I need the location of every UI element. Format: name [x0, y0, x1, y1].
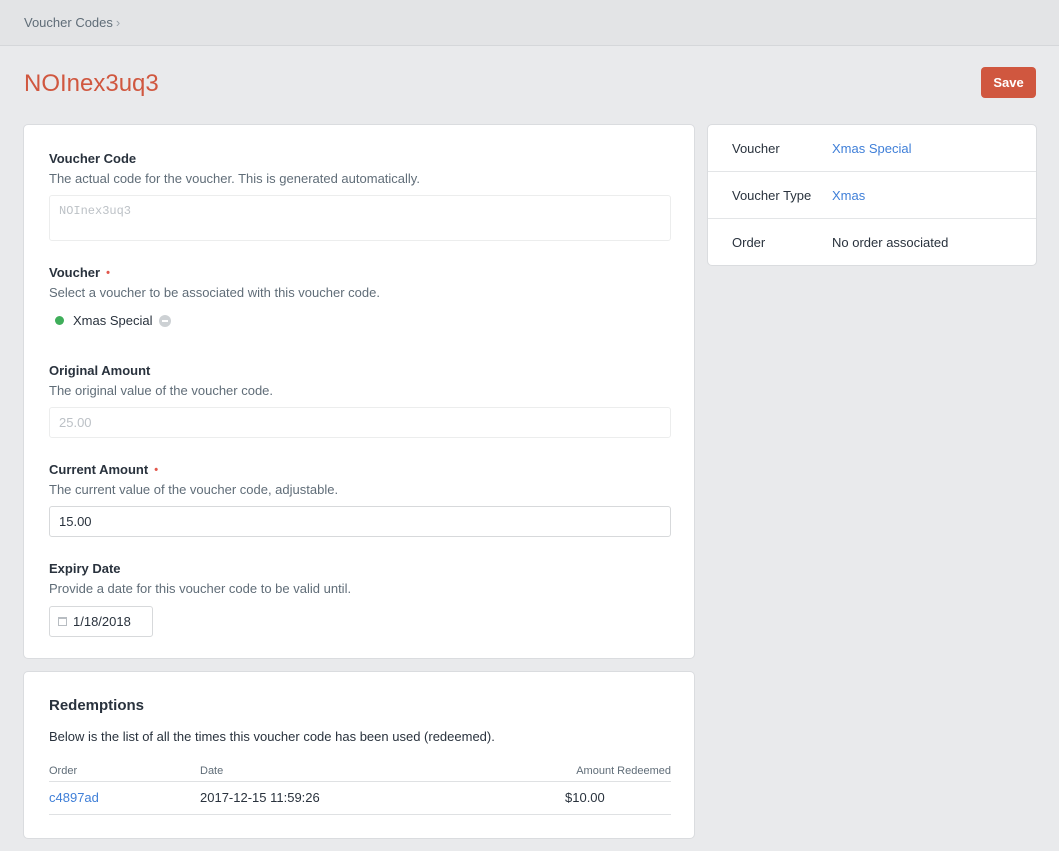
original-amount-instructions: The original value of the voucher code.	[49, 383, 274, 398]
expiry-date-instructions: Provide a date for this voucher code to …	[49, 581, 352, 596]
voucher-code-instructions: The actual code for the voucher. This is…	[49, 171, 420, 186]
meta-key: Order	[732, 235, 766, 250]
voucher-instructions: Select a voucher to be associated with t…	[49, 285, 380, 300]
meta-key: Voucher Type	[732, 187, 812, 203]
meta-row-voucher: Voucher Xmas Special	[708, 125, 1036, 172]
meta-order-value: No order associated	[832, 235, 949, 250]
original-amount-input: 25.00	[49, 407, 671, 438]
expiry-date-input[interactable]: 1/18/2018	[49, 606, 153, 637]
voucher-code-label: Voucher Code	[49, 151, 137, 166]
column-header-amount: Amount Redeemed	[565, 761, 671, 782]
redemption-amount: $10.00	[565, 781, 671, 815]
table-row: c4897ad 2017-12-15 11:59:26 $10.00	[49, 781, 671, 815]
current-amount-field: Current Amount • The current value of the…	[49, 462, 671, 537]
voucher-label: Voucher •	[49, 265, 110, 280]
current-amount-instructions: The current value of the voucher code, a…	[49, 482, 339, 497]
meta-key: Voucher	[732, 140, 780, 156]
redemptions-table: Order Date Amount Redeemed c4897ad 2017-…	[49, 761, 671, 815]
voucher-code-field: Voucher Code The actual code for the vou…	[49, 151, 671, 241]
voucher-code-input: NOInex3uq3	[49, 195, 671, 241]
meta-row-voucher-type: Voucher Type Xmas	[708, 172, 1036, 219]
save-button[interactable]: Save	[981, 67, 1036, 98]
breadcrumb-voucher-codes[interactable]: Voucher Codes	[24, 15, 113, 30]
edit-form-card: Voucher Code The actual code for the vou…	[23, 124, 695, 659]
redemptions-title: Redemptions	[49, 697, 145, 714]
expiry-date-label: Expiry Date	[49, 561, 121, 576]
original-amount-field: Original Amount The original value of th…	[49, 363, 671, 438]
required-icon: •	[154, 464, 159, 476]
current-amount-label: Current Amount •	[49, 462, 159, 477]
original-amount-label: Original Amount	[49, 363, 151, 378]
column-header-date: Date	[200, 761, 565, 782]
breadcrumb-separator-icon: ›	[115, 15, 121, 30]
redemption-date: 2017-12-15 11:59:26	[200, 781, 565, 815]
calendar-icon	[58, 617, 67, 626]
meta-row-order: Order No order associated	[708, 219, 1036, 266]
meta-card: Voucher Xmas Special Voucher Type Xmas O…	[707, 124, 1037, 266]
current-amount-input[interactable]: 15.00	[49, 506, 671, 537]
meta-voucher-type-link[interactable]: Xmas	[832, 188, 865, 203]
remove-icon[interactable]	[159, 314, 172, 327]
required-icon: •	[106, 267, 110, 279]
meta-voucher-link[interactable]: Xmas Special	[832, 141, 911, 156]
column-header-order: Order	[49, 761, 200, 782]
voucher-field: Voucher • Select a voucher to be associat…	[49, 265, 671, 329]
breadcrumb: Voucher Codes ›	[24, 15, 120, 30]
status-enabled-icon	[55, 316, 64, 325]
table-header-row: Order Date Amount Redeemed	[49, 761, 671, 782]
selected-voucher-title: Xmas Special	[73, 313, 153, 328]
page-title: NOInex3uq3	[24, 70, 159, 97]
redemptions-instructions: Below is the list of all the times this …	[49, 729, 495, 744]
top-bar: Voucher Codes ›	[0, 0, 1059, 46]
expiry-date-value: 1/18/2018	[73, 614, 131, 629]
expiry-date-field: Expiry Date Provide a date for this vouc…	[49, 561, 671, 637]
order-link[interactable]: c4897ad	[49, 790, 99, 805]
redemptions-card: Redemptions Below is the list of all the…	[23, 671, 695, 839]
selected-voucher-element[interactable]: Xmas Special	[49, 312, 671, 329]
